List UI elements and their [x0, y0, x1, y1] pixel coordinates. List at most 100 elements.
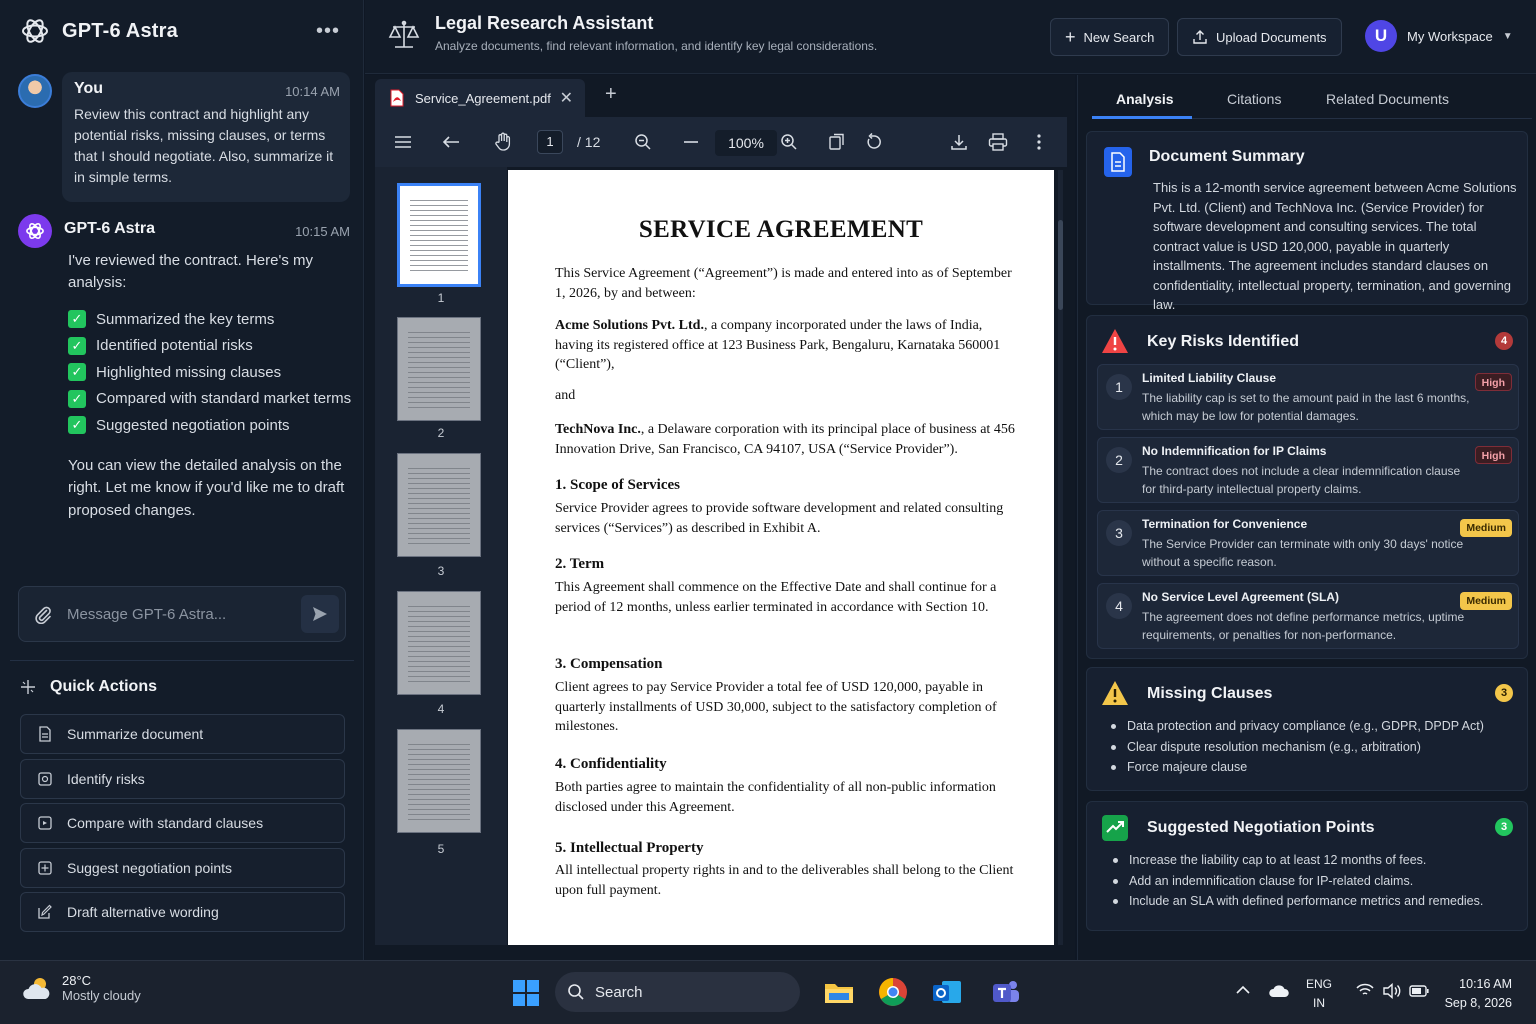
page-subtitle: Analyze documents, find relevant informa… [435, 39, 878, 53]
quick-action-summarize[interactable]: Summarize document [20, 714, 345, 754]
taskbar-search[interactable]: Search [555, 972, 800, 1012]
app-header: Legal Research Assistant Analyze documen… [365, 0, 1536, 74]
negotiation-title: Suggested Negotiation Points [1147, 819, 1375, 836]
severity-badge: Medium [1460, 519, 1512, 537]
thumbnail-page-1[interactable] [397, 183, 481, 287]
file-explorer-icon[interactable] [824, 977, 854, 1007]
windows-start-icon[interactable] [512, 979, 540, 1007]
negotiation-count-badge: 3 [1495, 818, 1513, 836]
page-layout-icon[interactable] [825, 130, 849, 154]
outlook-icon[interactable] [932, 977, 962, 1007]
check-icon: ✓ [68, 310, 86, 329]
zoom-fit-icon[interactable] [631, 130, 655, 154]
list-item: Include an SLA with defined performance … [1113, 891, 1529, 912]
weather-description: Mostly cloudy [62, 988, 141, 1003]
viewer-scrollbar-thumb[interactable] [1058, 220, 1063, 310]
upload-icon [1193, 30, 1207, 44]
quick-action-negotiation[interactable]: Suggest negotiation points [20, 847, 345, 888]
zoom-level[interactable]: 100% [715, 130, 777, 156]
chat-sidebar: GPT-6 Astra ••• You 10:14 AM Review this… [0, 0, 364, 960]
active-tab-indicator [1092, 116, 1192, 119]
search-icon [568, 984, 584, 1000]
menu-icon[interactable] [391, 130, 415, 154]
workspace-menu[interactable]: U My Workspace ▼ [1365, 18, 1513, 54]
attach-icon[interactable] [33, 604, 53, 624]
workspace-avatar: U [1365, 20, 1397, 52]
system-clock[interactable]: 10:16 AM Sep 8, 2026 [1440, 975, 1512, 1013]
risk-item[interactable]: 1 Limited Liability Clause The liability… [1097, 364, 1519, 430]
message-composer [18, 586, 346, 642]
thumbnail-page-3[interactable] [397, 453, 481, 557]
teams-icon[interactable] [990, 977, 1020, 1007]
quick-action-draft-wording[interactable]: Draft alternative wording [20, 892, 345, 933]
user-avatar [18, 74, 52, 108]
onedrive-cloud-icon[interactable] [1268, 983, 1290, 999]
back-icon[interactable] [439, 130, 463, 154]
download-icon[interactable] [947, 130, 971, 154]
thumbnail-page-4[interactable] [397, 591, 481, 695]
user-message-text: Review this contract and highlight any p… [74, 106, 334, 185]
handshake-icon [1102, 815, 1128, 841]
chrome-icon[interactable] [878, 977, 908, 1007]
weather-widget[interactable]: 28°C Mostly cloudy [22, 973, 141, 1003]
assistant-outro: You can view the detailed analysis on th… [68, 456, 345, 519]
new-search-button[interactable]: + New Search [1050, 18, 1170, 56]
analysis-tabs: Analysis Citations Related Documents [1092, 75, 1532, 119]
more-options-icon[interactable]: ••• [316, 20, 340, 43]
checklist-item: ✓ Identified potential risks [68, 333, 358, 360]
send-button[interactable] [301, 595, 339, 633]
wifi-icon[interactable] [1356, 983, 1374, 997]
list-item: Data protection and privacy compliance (… [1111, 716, 1527, 737]
battery-icon[interactable] [1409, 985, 1429, 997]
tab-citations[interactable]: Citations [1227, 91, 1281, 107]
chevron-down-icon: ▼ [1502, 30, 1513, 42]
risk-item[interactable]: 3 Termination for Convenience The Servic… [1097, 510, 1519, 576]
tab-related-documents[interactable]: Related Documents [1326, 91, 1449, 107]
hand-tool-icon[interactable] [491, 130, 515, 154]
more-vertical-icon[interactable] [1027, 130, 1051, 154]
missing-clauses-list: Data protection and privacy compliance (… [1111, 716, 1527, 778]
quick-action-compare[interactable]: Compare with standard clauses [20, 803, 345, 844]
page-number-input[interactable]: 1 [537, 130, 563, 154]
language-indicator[interactable]: ENG IN [1306, 975, 1332, 1013]
missing-count-badge: 3 [1495, 684, 1513, 702]
summary-title: Document Summary [1149, 148, 1305, 165]
add-tab-button[interactable]: + [605, 83, 617, 106]
tab-service-agreement[interactable]: Service_Agreement.pdf ✕ [375, 79, 585, 117]
volume-icon[interactable] [1382, 983, 1402, 999]
section-text: Service Provider agrees to provide softw… [555, 501, 1004, 536]
document-intro: This Service Agreement (“Agreement”) is … [555, 266, 1012, 301]
analysis-checklist: ✓ Summarized the key terms ✓ Identified po… [68, 306, 358, 439]
quick-action-identify-risks[interactable]: Identify risks [20, 758, 345, 799]
close-icon[interactable]: ✕ [560, 88, 573, 108]
negotiation-points-card: Suggested Negotiation Points 3 Increase … [1086, 801, 1528, 931]
section-heading: 4. Confidentiality [555, 756, 667, 772]
zoom-in-icon[interactable] [777, 130, 801, 154]
quick-actions-list: Summarize document Identify risks Compar… [20, 714, 345, 937]
pdf-file-icon [390, 89, 404, 107]
thumbnail-page-2[interactable] [397, 317, 481, 421]
thumbnail-page-5[interactable] [397, 729, 481, 833]
cloudy-weather-icon [23, 978, 50, 999]
edit-icon [38, 905, 52, 920]
pdf-toolbar: 1 / 12 100% [375, 117, 1067, 167]
risk-item[interactable]: 2 No Indemnification for IP Claims The c… [1097, 437, 1519, 503]
document-icon [39, 726, 51, 742]
document-summary-card: Document Summary This is a 12-month serv… [1086, 131, 1528, 312]
zoom-out-icon[interactable] [679, 130, 703, 154]
chevron-up-icon[interactable] [1236, 985, 1250, 995]
pdf-viewer: Service_Agreement.pdf ✕ + 1 / 12 100% 1 … [365, 75, 1075, 960]
tab-analysis[interactable]: Analysis [1116, 91, 1174, 107]
plus-icon: + [1065, 26, 1076, 47]
print-icon[interactable] [986, 130, 1010, 154]
thumbnail-number: 3 [437, 564, 445, 578]
page-total: / 12 [577, 134, 601, 150]
user-message-bubble: You 10:14 AM Review this contract and hi… [62, 72, 350, 202]
risk-item[interactable]: 4 No Service Level Agreement (SLA) The a… [1097, 583, 1519, 649]
upload-documents-button[interactable]: Upload Documents [1177, 18, 1342, 56]
scales-of-justice-icon [388, 20, 420, 48]
rotate-icon[interactable] [862, 130, 886, 154]
sparkle-icon [21, 680, 35, 694]
section-heading: 5. Intellectual Property [555, 840, 704, 856]
message-input[interactable] [67, 599, 295, 629]
